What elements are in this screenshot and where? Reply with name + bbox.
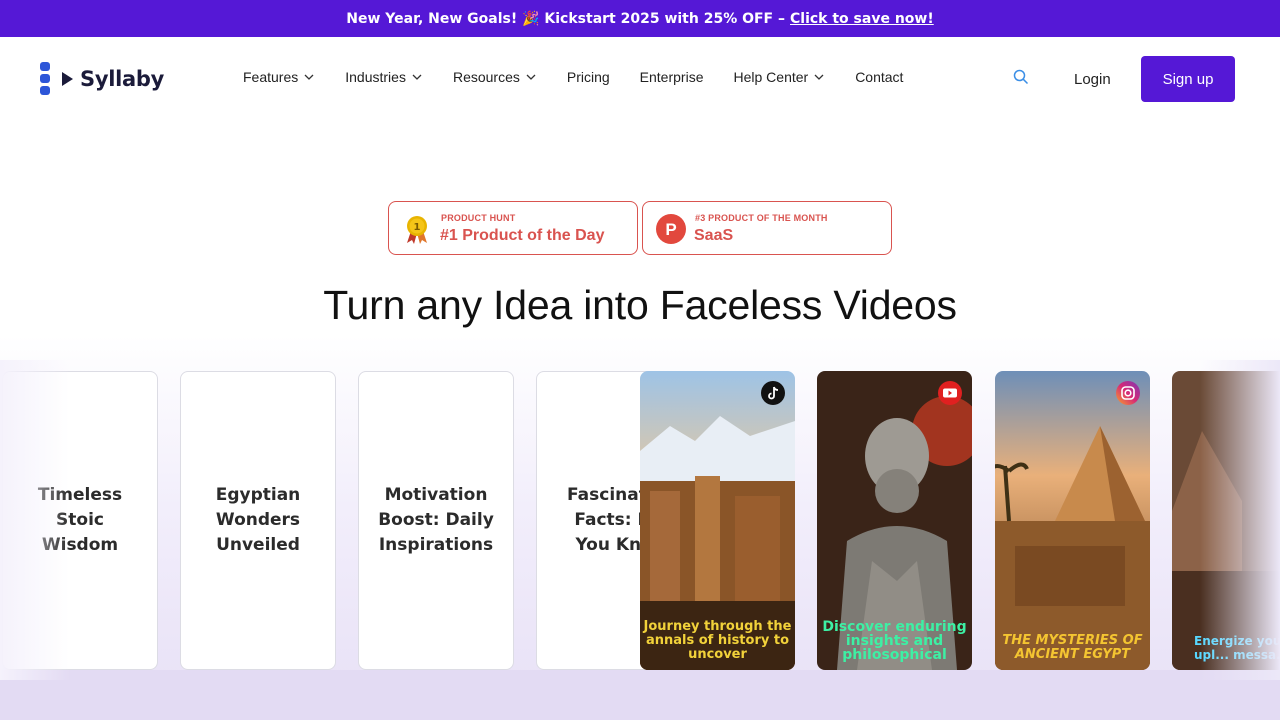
video-thumbnail[interactable]: Journey through the annals of history to… xyxy=(640,371,795,670)
nav-item-pricing[interactable]: Pricing xyxy=(567,69,610,85)
chevron-down-icon xyxy=(412,74,422,80)
chevron-down-icon xyxy=(526,74,536,80)
nav-label: Enterprise xyxy=(639,69,704,85)
search-icon[interactable] xyxy=(1012,68,1030,86)
hero-headline: Turn any Idea into Faceless Videos xyxy=(323,282,957,328)
promo-banner: New Year, New Goals! 🎉 Kickstart 2025 wi… xyxy=(0,0,1280,37)
badge-small-text: PRODUCT HUNT xyxy=(441,213,516,223)
tiktok-icon xyxy=(761,381,785,405)
badge-small-text: #3 PRODUCT OF THE MONTH xyxy=(695,213,828,223)
video-thumbnail[interactable]: THE MYSTERIES OF ANCIENT EGYPT xyxy=(995,371,1150,670)
instagram-icon xyxy=(1116,381,1140,405)
nav-item-industries[interactable]: Industries xyxy=(345,69,423,85)
carousel-fade-left xyxy=(0,360,70,680)
carousel-fade-right xyxy=(1200,360,1280,680)
nav-item-features[interactable]: Features xyxy=(243,69,315,85)
top-nav: Syllaby Features Industries Resources Pr… xyxy=(0,37,1280,121)
svg-text:1: 1 xyxy=(414,222,421,233)
nav-item-resources[interactable]: Resources xyxy=(453,69,537,85)
band-bottom xyxy=(0,670,1280,720)
nav-label: Help Center xyxy=(733,69,809,85)
thumbnail-caption: THE MYSTERIES OF ANCIENT EGYPT xyxy=(1002,633,1143,662)
nav-item-help-center[interactable]: Help Center xyxy=(733,69,825,85)
nav-label: Industries xyxy=(345,69,406,85)
chevron-down-icon xyxy=(814,74,824,80)
nav-item-enterprise[interactable]: Enterprise xyxy=(640,69,704,85)
signup-button[interactable]: Sign up xyxy=(1141,56,1235,102)
nav-label: Features xyxy=(243,69,299,85)
product-hunt-icon: P xyxy=(656,214,686,244)
nav-label: Pricing xyxy=(566,69,610,85)
svg-text:P: P xyxy=(665,220,676,239)
main-menu: Features Industries Resources Pricing En… xyxy=(243,69,933,85)
logo[interactable]: Syllaby xyxy=(40,62,164,96)
product-hunt-month-badge[interactable]: P #3 PRODUCT OF THE MONTH SaaS xyxy=(642,201,892,255)
login-link[interactable]: Login xyxy=(1074,71,1111,88)
promo-text: New Year, New Goals! 🎉 Kickstart 2025 wi… xyxy=(346,10,785,27)
promo-link[interactable]: Click to save now! xyxy=(790,11,934,27)
brand-name: Syllaby xyxy=(80,67,165,91)
medal-icon: 1 xyxy=(407,216,427,244)
nav-label: Contact xyxy=(855,69,904,85)
chevron-down-icon xyxy=(304,74,314,80)
thumbnail-caption: Journey through the annals of history to… xyxy=(643,619,792,662)
youtube-icon xyxy=(938,381,962,405)
thumbnail-caption: Discover enduring insights and philosoph… xyxy=(822,619,967,663)
video-thumbnail[interactable]: Discover enduring insights and philosoph… xyxy=(817,371,972,670)
product-hunt-day-badge[interactable]: 1 PRODUCT HUNT #1 Product of the Day xyxy=(388,201,638,255)
idea-card[interactable]: Egyptian Wonders Unveiled xyxy=(180,371,336,670)
syllaby-logo-icon xyxy=(40,62,73,95)
badge-title: #1 Product of the Day xyxy=(440,227,605,244)
nav-item-contact[interactable]: Contact xyxy=(855,69,903,85)
thumbnail-image xyxy=(995,371,1150,670)
badge-title: SaaS xyxy=(694,227,734,244)
idea-card[interactable]: Motivation Boost: Daily Inspirations xyxy=(358,371,514,670)
nav-label: Resources xyxy=(452,69,520,85)
